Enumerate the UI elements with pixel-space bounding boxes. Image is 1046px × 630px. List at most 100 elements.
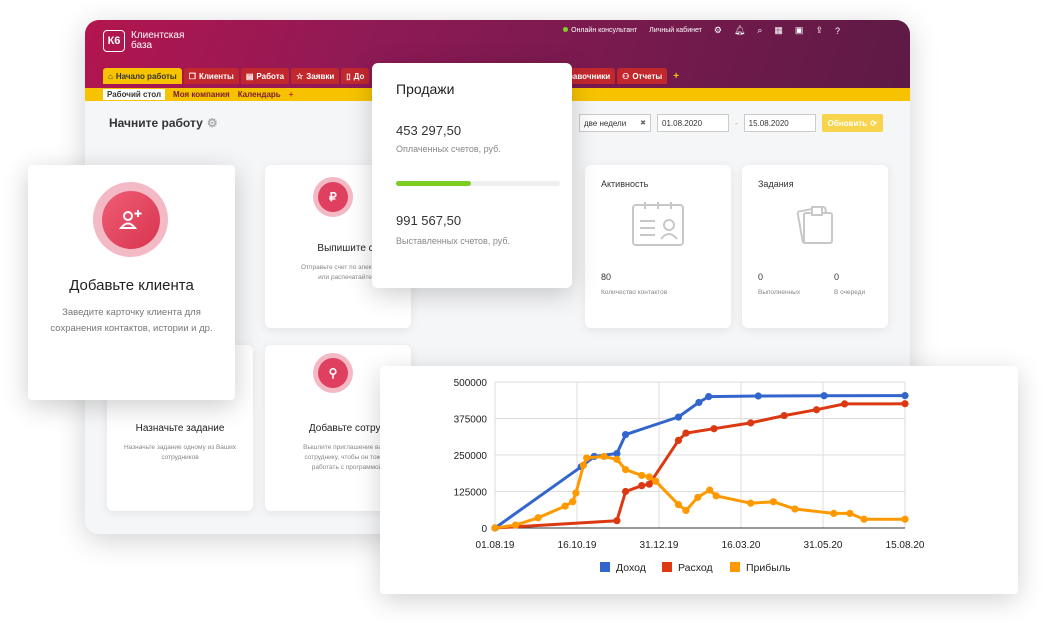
series-point-2 — [621, 466, 630, 474]
legend-swatch — [662, 562, 672, 572]
refresh-button[interactable]: Обновить ⟳ — [821, 114, 883, 132]
settings-gear-icon[interactable]: ⚙ — [207, 116, 218, 130]
online-consultant-link[interactable]: Онлайн консультант — [563, 27, 637, 34]
export-icon[interactable]: ⇪ — [815, 25, 823, 36]
add-client-icon — [101, 190, 160, 249]
tab-directories[interactable]: равочники — [565, 68, 616, 84]
subtab-calendar[interactable]: Календарь — [238, 90, 281, 99]
tasks-card[interactable]: Задания 0 Выполненных 0 В очереди — [742, 165, 888, 328]
briefcase-icon: ▤ — [245, 71, 254, 81]
add-subtab-button[interactable]: + — [289, 90, 294, 99]
logo-text: Клиентская база — [131, 31, 184, 51]
refresh-icon: ⟳ — [870, 118, 877, 128]
employee-icon-circle: ⚲ — [313, 353, 353, 393]
series-point-2 — [706, 486, 714, 494]
series-point-2 — [901, 515, 909, 523]
y-tick-label: 375000 — [454, 415, 488, 426]
date-to-input[interactable]: 15.08.2020 — [743, 114, 816, 132]
tab-clients[interactable]: ❐ Клиенты — [183, 68, 239, 84]
stage: К6 Клиентская база Онлайн консультант Ли… — [0, 0, 1046, 630]
tab-requests-label: Заявки — [306, 71, 335, 81]
activity-card[interactable]: Активность 80 Количество контактов — [585, 165, 731, 328]
add-user-icon: ⚲ — [318, 358, 348, 388]
date-from-input[interactable]: 01.08.2020 — [657, 114, 729, 132]
finance-chart: 0 125000 250000 375000 500000 01.08.19 16.10.1… — [454, 378, 925, 574]
series-point-1 — [638, 482, 646, 490]
series-point-0 — [901, 392, 909, 400]
x-tick-label: 01.08.19 — [476, 540, 515, 551]
series-point-0 — [754, 392, 762, 400]
tab-work-label: Работа — [256, 71, 285, 81]
logo[interactable]: К6 Клиентская база — [103, 30, 184, 52]
series-point-2 — [846, 509, 854, 517]
tab-requests[interactable]: ☆ Заявки — [291, 68, 340, 84]
tab-reports[interactable]: ⚇ Отчеты — [617, 68, 668, 84]
tab-start[interactable]: ⌂ Начало работы — [103, 68, 182, 84]
page-title: Начните работу ⚙ — [109, 116, 218, 130]
series-point-2 — [583, 454, 591, 462]
sales-paid-caption: Оплаченных счетов, руб. — [396, 144, 501, 154]
search-icon[interactable]: ⌕ — [757, 25, 762, 36]
series-point-0 — [674, 413, 683, 421]
series-point-2 — [694, 493, 702, 501]
finance-chart-card: 0 125000 250000 375000 500000 01.08.19 16.10.1… — [380, 366, 1018, 594]
series-point-1 — [682, 429, 690, 437]
add-client-card[interactable]: Добавьте клиента Заведите карточку клиен… — [28, 165, 235, 400]
add-client-title: Добавьте клиента — [69, 277, 194, 294]
series-point-2 — [830, 509, 838, 517]
series-point-2 — [613, 455, 621, 463]
x-tick-label: 15.08.20 — [886, 540, 925, 551]
series-point-2 — [712, 492, 720, 500]
x-tick-label: 31.12.19 — [640, 540, 679, 551]
personal-account-link[interactable]: Личный кабинет — [649, 27, 702, 34]
subtab-my-company[interactable]: Моя компания — [173, 90, 230, 99]
series-point-2 — [511, 521, 520, 529]
help-icon[interactable]: ? — [835, 26, 840, 36]
series-point-1 — [710, 425, 718, 433]
invoice-icon: ₽ — [318, 182, 348, 212]
sales-progress-track — [396, 181, 560, 186]
document-icon: ▯ — [346, 71, 351, 81]
series-point-2 — [491, 524, 499, 532]
task-title: Назначьте задание — [135, 423, 225, 434]
main-nav: ⌂ Начало работы ❐ Клиенты ▤ Работа ☆ Заявки … — [103, 68, 370, 84]
legend-swatch — [600, 562, 610, 572]
chat-icon[interactable]: ▣ — [795, 25, 804, 36]
logo-line-2: база — [131, 40, 153, 51]
subtab-desktop[interactable]: Рабочий стол — [103, 89, 166, 100]
tab-start-label: Начало работы — [115, 71, 177, 81]
series-point-1 — [613, 517, 621, 525]
calendar-icon[interactable]: ▦ — [774, 25, 783, 36]
series-point-2 — [645, 473, 653, 481]
series-point-0 — [705, 393, 713, 401]
tab-documents[interactable]: ▯ До — [341, 68, 370, 84]
page-title-text: Начните работу — [109, 116, 203, 130]
y-tick-label: 500000 — [454, 378, 488, 389]
series-point-1 — [621, 487, 630, 496]
series-point-2 — [682, 506, 690, 515]
add-client-desc: Заведите карточку клиента для сохранения… — [28, 305, 235, 337]
period-select[interactable]: две недели ✖ — [579, 114, 651, 132]
y-tick-label: 125000 — [454, 488, 488, 499]
main-nav-right: равочники ⚇ Отчеты + — [565, 68, 683, 84]
add-tab-button[interactable]: + — [669, 68, 683, 84]
tasks-queue-value: 0 — [834, 272, 840, 282]
tab-work[interactable]: ▤ Работа — [240, 68, 290, 84]
activity-value: 80 — [601, 272, 612, 282]
tasks-done-value: 0 — [758, 272, 764, 282]
bell-icon[interactable]: 🔔︎ — [734, 25, 745, 36]
online-consultant-label: Онлайн консультант — [571, 27, 638, 34]
date-separator: - — [735, 118, 738, 128]
clear-icon[interactable]: ✖ — [640, 119, 646, 127]
series-point-1 — [812, 406, 821, 414]
tab-reports-label: Отчеты — [632, 71, 663, 81]
task-desc-1: Назначьте задание одному из Ваших — [123, 444, 237, 451]
period-value: две недели — [584, 118, 627, 128]
sales-progress-fill — [396, 181, 472, 186]
series-point-2 — [652, 477, 660, 485]
gear-icon[interactable]: ⚙ — [714, 25, 722, 36]
legend-label: Прибыль — [746, 562, 791, 574]
series-point-2 — [600, 452, 608, 461]
tasks-queue-caption: В очереди — [834, 289, 866, 296]
task-desc: Назначьте задание одному из Ваших сотруд… — [107, 443, 253, 463]
